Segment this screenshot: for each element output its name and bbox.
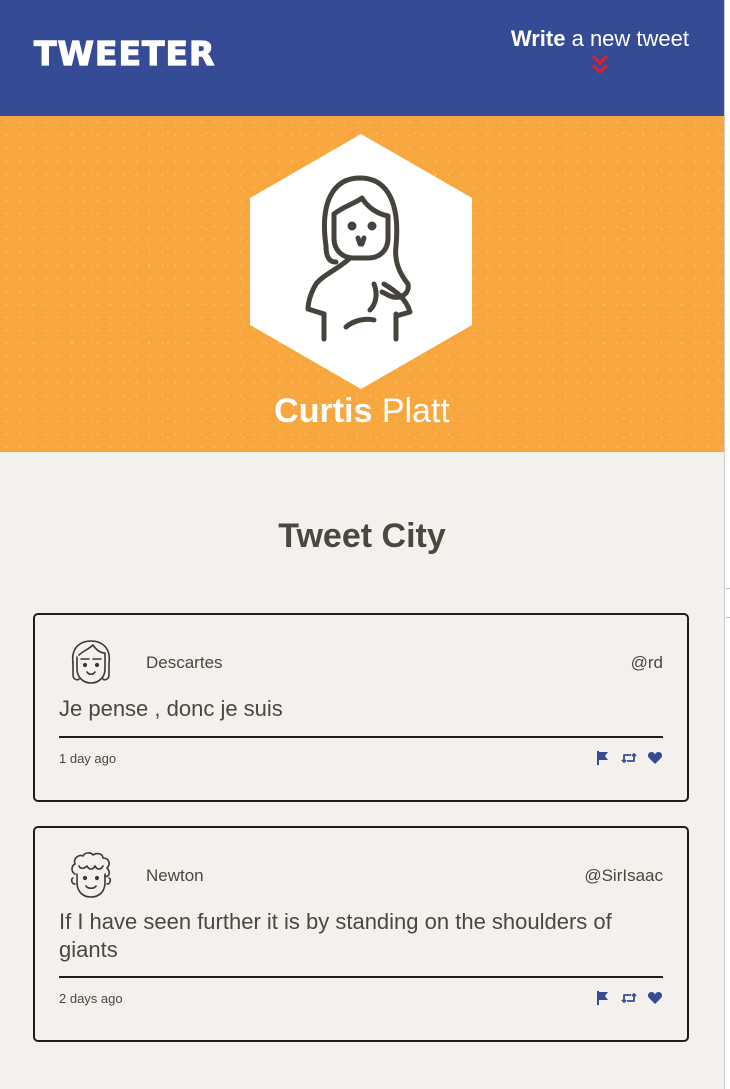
tweet-handle[interactable]: @SirIsaac (584, 866, 663, 886)
page-title: Tweet City (278, 517, 446, 555)
heart-icon[interactable] (647, 750, 663, 766)
profile-header: Curtis Platt (0, 116, 724, 452)
tweet-actions (595, 750, 663, 766)
tweet-card: Newton @SirIsaac If I have seen further … (33, 826, 689, 1042)
scrollbar-marker[interactable] (726, 588, 730, 618)
top-navbar: TWEETER Write a new tweet (0, 0, 724, 116)
profile-avatar (250, 134, 472, 389)
tweet-author[interactable]: Descartes (146, 653, 223, 673)
tweet-footer: 2 days ago (59, 976, 663, 1006)
tweet-text: Je pense , donc je suis (59, 696, 283, 721)
retweet-icon[interactable] (621, 990, 637, 1006)
tweet-header: Descartes @rd (59, 639, 663, 685)
page: TWEETER Write a new tweet Curtis Platt T… (0, 0, 730, 1089)
tweet-actions (595, 990, 663, 1006)
curly-hair-avatar-icon (70, 852, 112, 898)
app-logo[interactable]: TWEETER (33, 33, 215, 73)
tweet-handle[interactable]: @rd (631, 653, 663, 673)
tweet-timestamp: 1 day ago (59, 751, 117, 766)
retweet-icon[interactable] (621, 750, 637, 766)
flag-icon[interactable] (595, 750, 611, 766)
double-chevron-down-icon[interactable] (590, 54, 610, 76)
tweet-header: Newton @SirIsaac (59, 852, 663, 898)
heart-icon[interactable] (647, 990, 663, 1006)
compose-toggle-button[interactable]: Write a new tweet (511, 26, 689, 76)
tweet-text: If I have seen further it is by standing… (59, 909, 612, 962)
tweet-card: Descartes @rd Je pense , donc je suis 1 … (33, 613, 689, 802)
tweet-footer: 1 day ago (59, 736, 663, 766)
profile-name: Curtis Platt (274, 392, 450, 430)
tweet-timestamp: 2 days ago (59, 991, 123, 1006)
compose-label[interactable]: Write a new tweet (511, 26, 689, 52)
flag-icon[interactable] (595, 990, 611, 1006)
window-scrollbar[interactable] (724, 0, 730, 1089)
tweet-author[interactable]: Newton (146, 866, 204, 886)
girl-avatar-icon (71, 640, 111, 684)
